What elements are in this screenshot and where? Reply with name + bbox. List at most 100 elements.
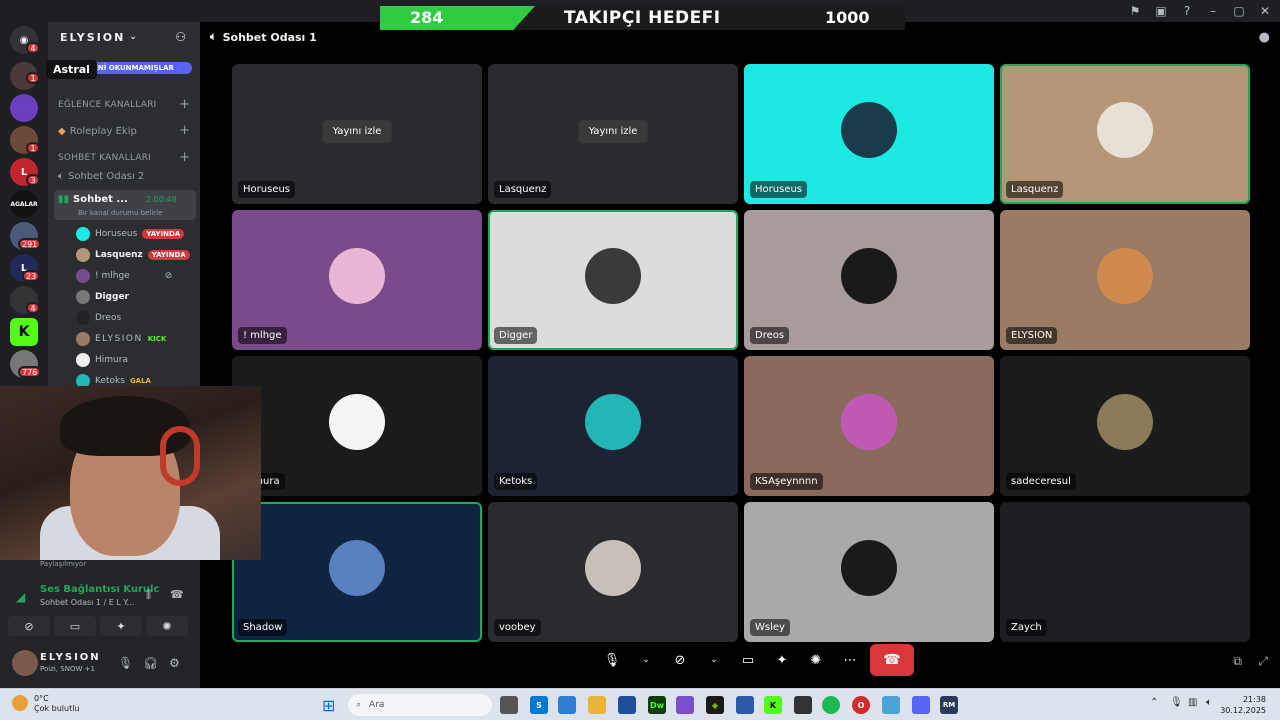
popout-icon[interactable]: ⧉: [1233, 654, 1242, 669]
badge: 23: [22, 270, 41, 282]
help-icon[interactable]: ?: [1176, 2, 1198, 20]
voice-user[interactable]: ! mlhge ⊘: [76, 269, 172, 283]
participant-tile[interactable]: Dreos: [744, 210, 994, 350]
app-icon[interactable]: [618, 696, 636, 714]
noise-suppression-icon[interactable]: ⫼: [146, 588, 151, 602]
visual-studio-icon[interactable]: [676, 696, 694, 714]
participant-tile[interactable]: Horuseus: [744, 64, 994, 204]
chat-bubble-icon[interactable]: ●: [1259, 30, 1270, 45]
discord-icon[interactable]: [912, 696, 930, 714]
add-channel-icon[interactable]: +: [179, 150, 190, 165]
participant-tile[interactable]: Wsley: [744, 502, 994, 642]
store-icon[interactable]: [558, 696, 576, 714]
headphones-icon[interactable]: 🎧︎: [143, 656, 158, 670]
task-view-icon[interactable]: [500, 696, 518, 714]
participant-tile[interactable]: ELYSION: [1000, 210, 1250, 350]
search-placeholder: Ara: [369, 700, 385, 710]
channel-chat-2[interactable]: 🔈︎ Sohbet Odası 2: [58, 171, 144, 182]
soundboard-icon[interactable]: ✺: [802, 646, 830, 674]
chevron-up-icon[interactable]: ⌃: [1150, 697, 1158, 708]
participant-tile[interactable]: sadeceresul: [1000, 356, 1250, 496]
network-icon[interactable]: ▥: [1188, 697, 1197, 708]
participant-tile[interactable]: Digger: [488, 210, 738, 350]
maximize-icon[interactable]: ▢: [1228, 2, 1250, 20]
camera-off-button[interactable]: ⊘: [8, 616, 50, 636]
participant-tile[interactable]: Lasquenz: [1000, 64, 1250, 204]
channel-chat-1[interactable]: ▮▮ Sohbet ... 2:00:48: [58, 194, 177, 205]
category-chat[interactable]: SOHBET KANALLARI: [58, 153, 151, 163]
windows-start-icon[interactable]: ⊞: [322, 696, 335, 715]
kick-icon[interactable]: K: [764, 696, 782, 714]
voice-user[interactable]: Digger: [76, 290, 129, 304]
add-channel-icon[interactable]: +: [179, 97, 190, 112]
skype-icon[interactable]: S: [530, 696, 548, 714]
kick-server-icon[interactable]: K: [10, 318, 38, 346]
server-name-header[interactable]: ELYSION ⌄ ⚇: [48, 22, 200, 52]
channel-label: Roleplay Ekip: [69, 126, 137, 137]
participant-tile[interactable]: Ketoks: [488, 356, 738, 496]
mic-icon[interactable]: 🎙︎: [1170, 697, 1183, 708]
chevron-down-icon[interactable]: ⌄: [700, 646, 728, 674]
category-fun[interactable]: EĞLENCE KANALLARI: [58, 100, 156, 110]
server-icon[interactable]: AGALAR: [10, 190, 38, 218]
inbox-icon[interactable]: ⚑: [1124, 2, 1146, 20]
opera-icon[interactable]: O: [852, 696, 870, 714]
watch-stream-button[interactable]: Yayını izle: [322, 120, 392, 144]
participant-tile[interactable]: Zaych: [1000, 502, 1250, 642]
stream-tile[interactable]: Yayını izle Horuseus: [232, 64, 482, 204]
disconnect-icon[interactable]: ☎: [170, 588, 184, 601]
app-icon[interactable]: [882, 696, 900, 714]
fullscreen-icon[interactable]: ⤢: [1258, 654, 1268, 669]
camera-off-icon[interactable]: ⊘: [666, 646, 694, 674]
app-icon[interactable]: [736, 696, 754, 714]
current-user-name[interactable]: ELYSION: [40, 652, 101, 663]
voice-user[interactable]: Lasquenz YAYINDA: [76, 248, 190, 262]
activities-icon[interactable]: ✦: [768, 646, 796, 674]
file-explorer-icon[interactable]: [588, 696, 606, 714]
spotify-icon[interactable]: [822, 696, 840, 714]
dreamweaver-icon[interactable]: Dw: [648, 696, 666, 714]
taskbar-clock[interactable]: 21:38 30.12.2025: [1220, 694, 1266, 716]
weather-widget[interactable]: 0°C Çok bulutlu: [34, 694, 80, 714]
notification-icon[interactable]: ▣: [1150, 2, 1172, 20]
participant-tile[interactable]: KSAşeynnnn: [744, 356, 994, 496]
volume-icon[interactable]: 🔈︎: [1206, 697, 1212, 708]
add-user-icon[interactable]: ⚇: [175, 30, 188, 44]
channel-roleplay[interactable]: ◆ Roleplay Ekip: [58, 126, 137, 137]
taskbar-search[interactable]: ⌕ Ara: [348, 694, 492, 716]
participant-tile[interactable]: voobey: [488, 502, 738, 642]
minimize-icon[interactable]: –: [1202, 2, 1224, 20]
connection-status[interactable]: Ses Bağlantısı Kurulc: [40, 584, 159, 595]
activities-button[interactable]: ✦: [100, 616, 142, 636]
add-channel-icon[interactable]: +: [179, 123, 190, 138]
app-icon[interactable]: [794, 696, 812, 714]
weather-icon[interactable]: [12, 695, 28, 711]
stream-tile[interactable]: Yayını izle Lasquenz: [488, 64, 738, 204]
goal-progress-fill: [380, 6, 535, 30]
user-avatar[interactable]: [12, 650, 38, 676]
watch-stream-button[interactable]: Yayını izle: [578, 120, 648, 144]
server-icon[interactable]: [10, 94, 38, 122]
voice-user[interactable]: ELYSION KICK: [76, 332, 166, 346]
participant-tile[interactable]: Shadow: [232, 502, 482, 642]
close-icon[interactable]: ✕: [1254, 2, 1276, 20]
participant-name: ELYSION: [1006, 327, 1058, 344]
voice-user[interactable]: Dreos: [76, 311, 121, 325]
screen-share-button[interactable]: ▭: [54, 616, 96, 636]
participant-tile[interactable]: ! mlhge: [232, 210, 482, 350]
settings-gear-icon[interactable]: ⚙: [169, 656, 180, 670]
soundboard-button[interactable]: ✺: [146, 616, 188, 636]
chevron-down-icon[interactable]: ⌄: [632, 646, 660, 674]
participant-tile[interactable]: Himura: [232, 356, 482, 496]
app-icon[interactable]: RM: [940, 696, 958, 714]
user-name: Lasquenz: [95, 250, 143, 260]
disconnect-button[interactable]: ☎: [870, 644, 914, 676]
more-icon[interactable]: ⋯: [836, 646, 864, 674]
mic-icon[interactable]: 🎙︎: [598, 646, 626, 674]
nvidia-icon[interactable]: ◆: [706, 696, 724, 714]
voice-user[interactable]: Horuseus YAYINDA: [76, 227, 185, 241]
channel-status[interactable]: Bir kanal durumu belirle: [78, 209, 162, 217]
mic-icon[interactable]: 🎙︎: [118, 656, 133, 670]
screen-share-icon[interactable]: ▭: [734, 646, 762, 674]
voice-user[interactable]: Himura: [76, 353, 128, 367]
